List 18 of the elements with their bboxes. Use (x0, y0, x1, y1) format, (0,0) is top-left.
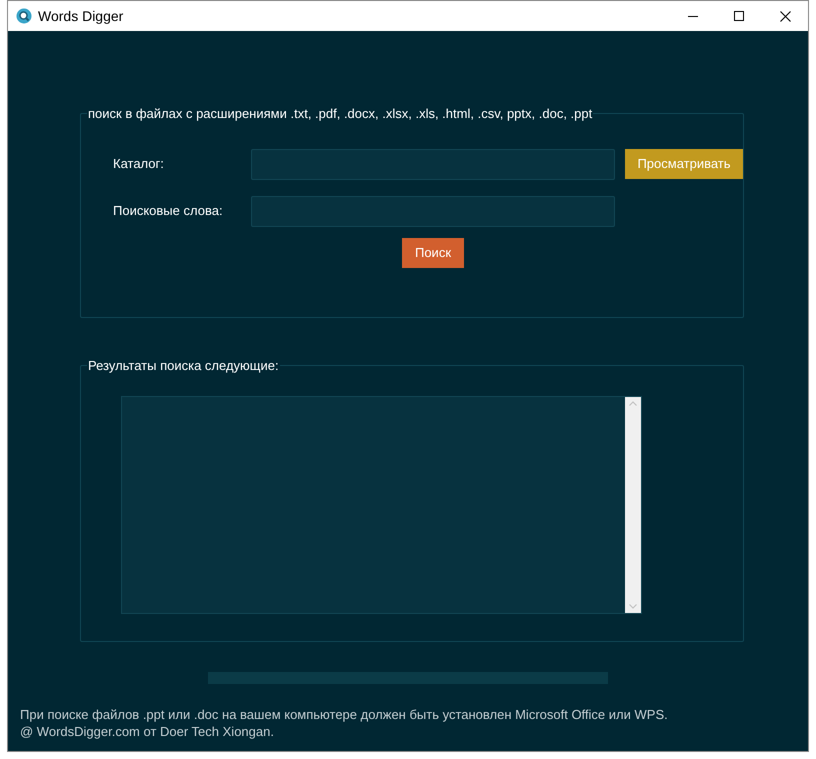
text-input[interactable] (251, 148, 615, 180)
field-label: Каталог: (113, 155, 165, 174)
group-legend: Результаты поиска следующие: (87, 356, 280, 376)
scroll-down-icon (629, 604, 637, 608)
browse-button[interactable]: Просматривать (625, 149, 743, 179)
field-label: Поисковые слова: (113, 202, 224, 220)
text-input[interactable] (251, 196, 615, 226)
magnifier-app-icon (16, 8, 32, 24)
search-button[interactable]: Поиск (402, 238, 464, 268)
group-legend: поиск в файлах с расширениями .txt, .pdf, .docx, .xlsx, .xls, .html, .csv, pptx, .doc, .ppt (87, 104, 594, 124)
window-title: Words Digger (38, 6, 124, 26)
maximize-icon (734, 11, 744, 21)
footer-note: При поиске файлов .ppt или .doc на вашем компьютере должен быть установлен Microsoft Office или WPS. (20, 706, 669, 723)
footer-note: @ WordsDigger.com от Doer Tech Xiongan. (20, 723, 275, 740)
scrollbar[interactable] (625, 396, 641, 612)
scroll-up-icon (629, 400, 637, 406)
results-list[interactable] (121, 396, 642, 614)
close-icon (780, 10, 790, 22)
